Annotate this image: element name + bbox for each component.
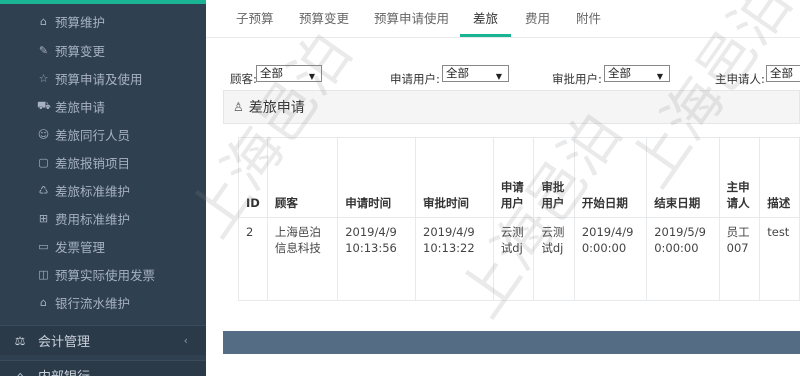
sidebar-item-budget-change[interactable]: ✎ 预算变更 bbox=[0, 37, 206, 64]
panel-title: 差旅申请 bbox=[248, 100, 305, 116]
bank-icon: ⌂ bbox=[40, 296, 47, 309]
sidebar-item-label: 差旅报销项目 bbox=[55, 156, 131, 171]
main-content: 子预算 预算变更 预算申请使用 差旅 费用 附件 顾客: 全部 ▼ 申请用户: … bbox=[206, 0, 800, 376]
column-header-customer[interactable]: 顾客 bbox=[266, 137, 339, 218]
sidebar-item-label: 差旅同行人员 bbox=[55, 128, 131, 143]
sidebar-group-label: 内部银行 bbox=[38, 366, 90, 376]
column-header-main-applicant[interactable]: 主申请人 bbox=[718, 137, 761, 218]
approver-filter-value: 全部 bbox=[608, 66, 631, 80]
dropdown-arrow-icon: ▼ bbox=[656, 72, 663, 81]
sidebar-item-travel-reimbursement[interactable]: ▢ 差旅报销项目 bbox=[0, 149, 206, 176]
dropdown-arrow-icon: ▼ bbox=[495, 72, 502, 81]
cell-approver: 云测试dj bbox=[533, 217, 575, 301]
tab-attachments[interactable]: 附件 bbox=[576, 8, 601, 27]
sidebar: ⌂ 预算维护 ✎ 预算变更 ☆ 预算申请及使用 ⛟ 差旅申请 ☺ 差旅同行人员 … bbox=[0, 0, 206, 376]
user-icon: ♙ bbox=[233, 100, 244, 114]
sidebar-item-travel-companions[interactable]: ☺ 差旅同行人员 bbox=[0, 121, 206, 148]
travel-application-table: ID 顾客 申请时间 审批时间 申请用户 审批用户 开始日期 结束日期 主申请人… bbox=[238, 137, 800, 301]
customer-filter-select[interactable]: 全部 ▼ bbox=[256, 65, 322, 82]
main-applicant-filter-label: 主申请人: bbox=[715, 72, 765, 86]
applicant-filter-value: 全部 bbox=[446, 66, 469, 80]
cell-apply-time: 2019/4/9 10:13:56 bbox=[337, 217, 416, 301]
sidebar-item-travel-standards[interactable]: ♺ 差旅标准维护 bbox=[0, 177, 206, 204]
table-row[interactable]: 2 上海邑泊信息科技 2019/4/9 10:13:56 2019/4/9 10… bbox=[238, 217, 800, 301]
sidebar-item-invoice-management[interactable]: ▭ 发票管理 bbox=[0, 233, 206, 260]
sidebar-item-budget-actual-invoice[interactable]: ◫ 预算实际使用发票 bbox=[0, 261, 206, 288]
sidebar-item-label: 差旅申请 bbox=[55, 100, 106, 115]
sidebar-item-budget-maintenance[interactable]: ⌂ 预算维护 bbox=[0, 8, 206, 35]
column-header-end-date[interactable]: 结束日期 bbox=[646, 137, 720, 218]
column-header-description[interactable]: 描述 bbox=[759, 137, 800, 218]
column-header-approve-time[interactable]: 审批时间 bbox=[415, 137, 494, 218]
sidebar-item-label: 预算申请及使用 bbox=[55, 72, 143, 87]
sidebar-item-travel-application[interactable]: ⛟ 差旅申请 bbox=[0, 93, 206, 120]
main-applicant-filter-select[interactable]: 全部 bbox=[766, 65, 800, 82]
chevron-left-icon: ‹ bbox=[183, 334, 188, 347]
sidebar-item-expense-standards[interactable]: ⊞ 费用标准维护 bbox=[0, 205, 206, 232]
column-header-start-date[interactable]: 开始日期 bbox=[573, 137, 648, 218]
plus-square-icon: ⊞ bbox=[38, 212, 49, 225]
sidebar-item-label: 发票管理 bbox=[55, 240, 106, 255]
sidebar-item-bank-statement[interactable]: ⌂ 银行流水维护 bbox=[0, 289, 206, 316]
cell-main-applicant: 员工007 bbox=[718, 217, 761, 301]
cell-customer: 上海邑泊信息科技 bbox=[266, 217, 339, 301]
sidebar-top-accent bbox=[0, 0, 206, 4]
sidebar-item-label: 预算实际使用发票 bbox=[55, 268, 156, 283]
table-header-row: ID 顾客 申请时间 审批时间 申请用户 审批用户 开始日期 结束日期 主申请人… bbox=[238, 137, 800, 218]
tab-sub-budget[interactable]: 子预算 bbox=[236, 8, 274, 27]
sidebar-item-label: 差旅标准维护 bbox=[55, 184, 131, 199]
balance-icon: ⚖ bbox=[14, 333, 26, 348]
dropdown-arrow-icon: ▼ bbox=[308, 72, 315, 81]
sidebar-item-budget-application[interactable]: ☆ 预算申请及使用 bbox=[0, 65, 206, 92]
active-tab-indicator bbox=[460, 34, 511, 37]
sidebar-group-accounting[interactable]: ⚖ 会计管理 ‹ bbox=[0, 325, 206, 355]
tab-travel[interactable]: 差旅 bbox=[473, 8, 498, 27]
cell-id: 2 bbox=[238, 217, 268, 301]
tab-budget-application-use[interactable]: 预算申请使用 bbox=[374, 8, 449, 27]
approver-filter-label: 审批用户: bbox=[552, 72, 602, 86]
column-header-apply-time[interactable]: 申请时间 bbox=[337, 137, 416, 218]
cell-applicant: 云测试dj bbox=[492, 217, 535, 301]
doc-icon: ▢ bbox=[38, 156, 49, 169]
customer-filter-value: 全部 bbox=[260, 66, 283, 80]
column-header-approver[interactable]: 审批用户 bbox=[533, 137, 575, 218]
recycle-icon: ♺ bbox=[38, 184, 49, 197]
cell-end-date: 2019/5/9 0:00:00 bbox=[646, 217, 720, 301]
column-header-id[interactable]: ID bbox=[238, 137, 268, 218]
table-footer-bar bbox=[223, 331, 800, 354]
main-applicant-filter-value: 全部 bbox=[770, 66, 793, 80]
column-header-applicant[interactable]: 申请用户 bbox=[492, 137, 535, 218]
cell-start-date: 2019/4/9 0:00:00 bbox=[573, 217, 648, 301]
approver-filter-select[interactable]: 全部 ▼ bbox=[604, 65, 670, 82]
sidebar-item-label: 预算维护 bbox=[55, 15, 106, 30]
sidebar-group-internal-bank[interactable]: ⌂ 内部银行 bbox=[0, 360, 206, 376]
tab-bar: 子预算 预算变更 预算申请使用 差旅 费用 附件 bbox=[206, 0, 800, 38]
cell-approve-time: 2019/4/9 10:13:22 bbox=[415, 217, 494, 301]
sidebar-item-label: 预算变更 bbox=[55, 44, 106, 59]
invoice-icon: ▭ bbox=[38, 240, 49, 253]
home-icon: ⌂ bbox=[40, 15, 47, 28]
sidebar-item-label: 费用标准维护 bbox=[55, 212, 131, 227]
tab-expense[interactable]: 费用 bbox=[525, 8, 550, 27]
sidebar-group-label: 会计管理 bbox=[38, 335, 91, 350]
car-icon: ⛟ bbox=[37, 99, 51, 112]
customer-filter-label: 顾客: bbox=[230, 72, 257, 86]
users-icon: ☺ bbox=[37, 128, 50, 141]
star-icon: ☆ bbox=[38, 72, 49, 85]
edit-icon: ✎ bbox=[38, 44, 49, 57]
bank-icon: ⌂ bbox=[16, 368, 24, 376]
map-icon: ◫ bbox=[38, 268, 49, 281]
tab-budget-change[interactable]: 预算变更 bbox=[299, 8, 349, 27]
applicant-filter-select[interactable]: 全部 ▼ bbox=[442, 65, 509, 82]
panel-header: ♙ 差旅申请 bbox=[223, 90, 800, 124]
applicant-filter-label: 申请用户: bbox=[390, 72, 440, 86]
filter-bar: 顾客: 全部 ▼ 申请用户: 全部 ▼ 审批用户: 全部 ▼ 主申请人: 全部 bbox=[206, 64, 800, 86]
sidebar-item-label: 银行流水维护 bbox=[55, 296, 131, 311]
cell-description: test bbox=[759, 217, 800, 301]
